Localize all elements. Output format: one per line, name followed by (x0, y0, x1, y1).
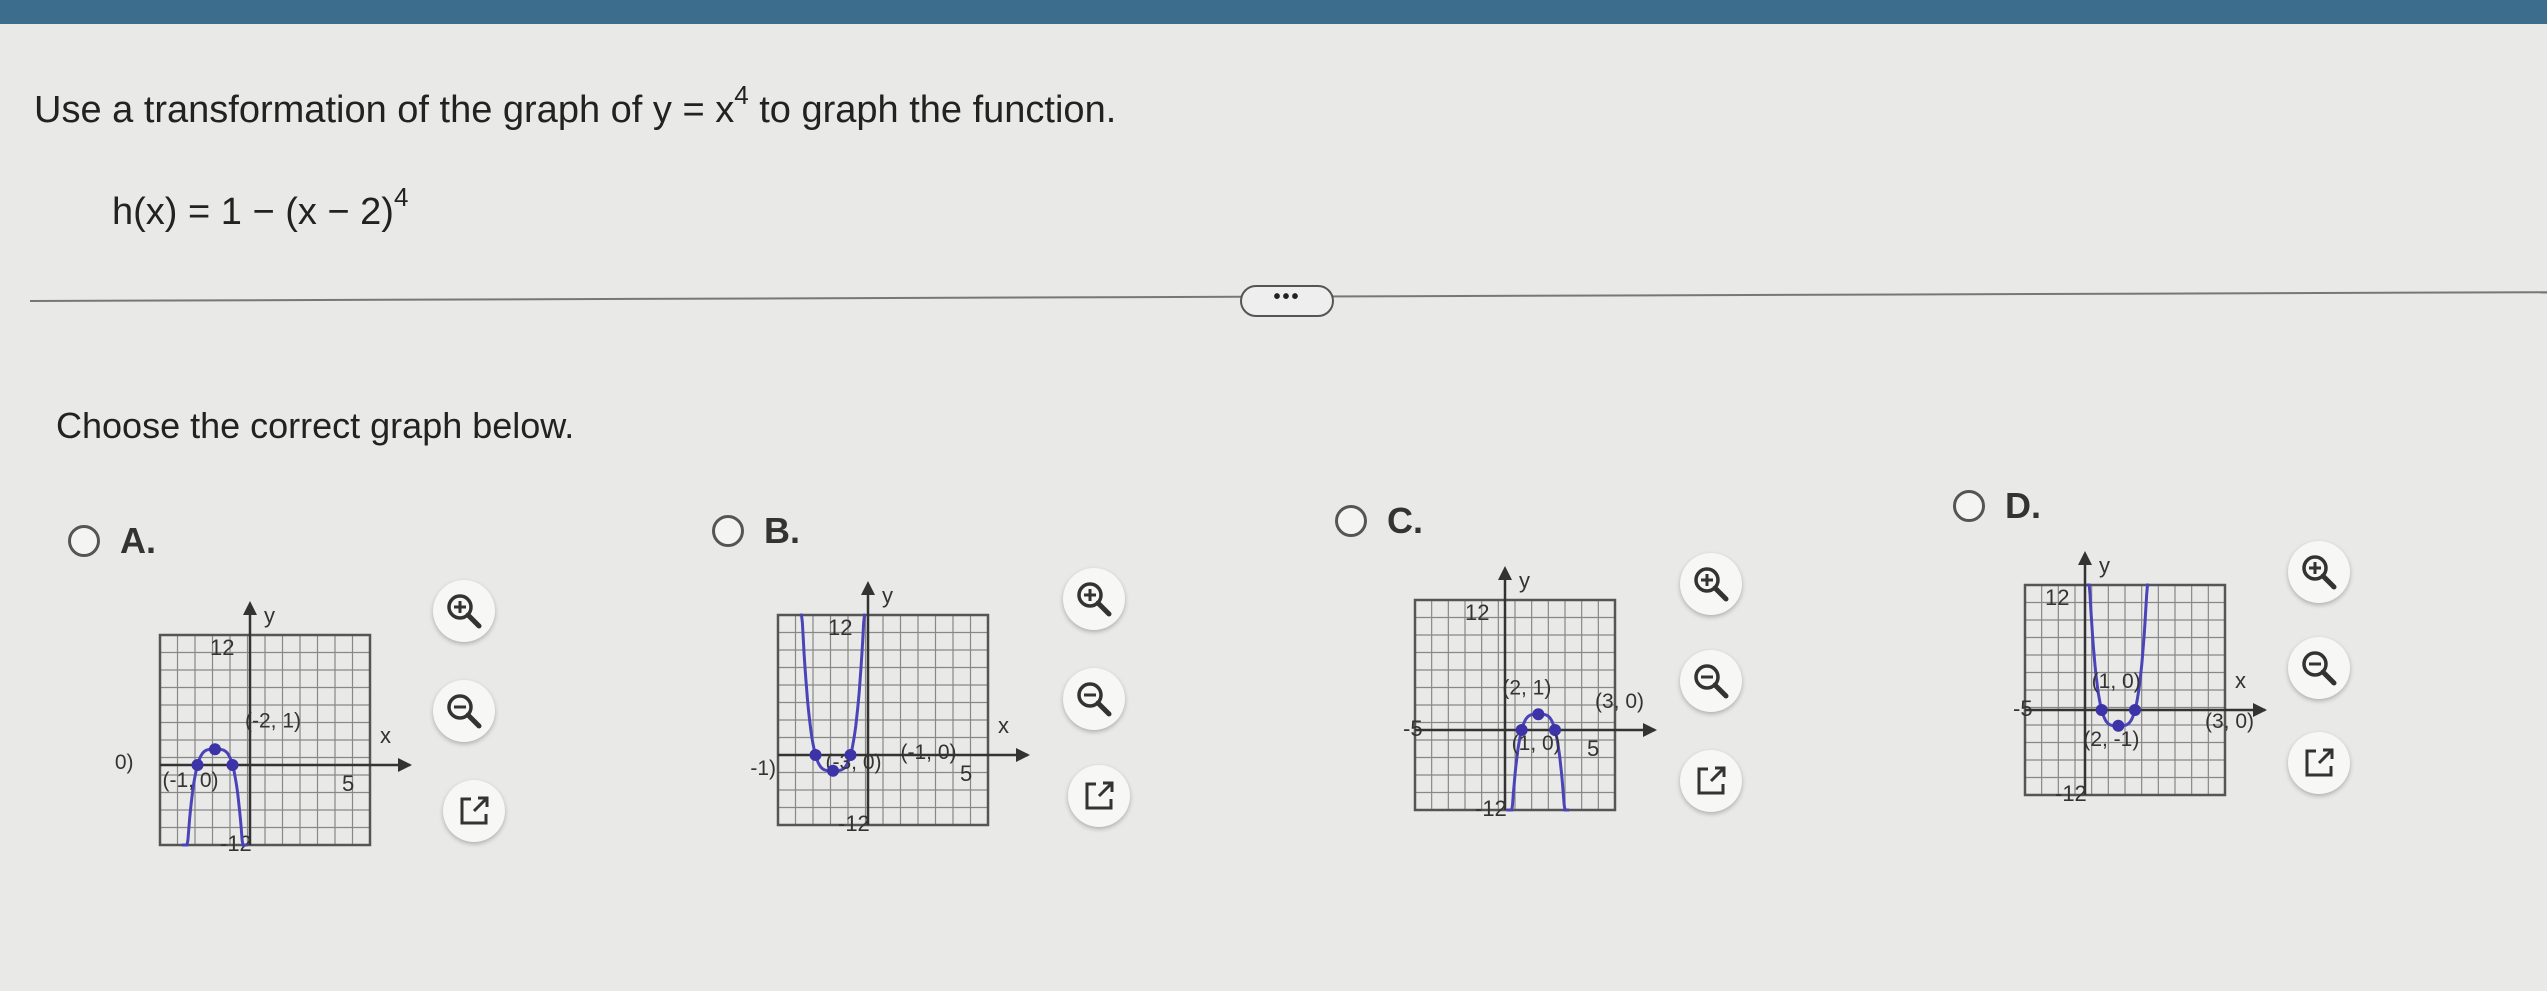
zoom-in-icon (1077, 582, 1112, 617)
zoom-in-icon (447, 594, 482, 629)
point-label: (3, 0) (1595, 690, 1644, 713)
y-max-tick-label: 12 (2045, 585, 2069, 610)
zoom-out-icon (1077, 682, 1112, 717)
option-b-zoom-out-button[interactable] (1063, 668, 1125, 730)
option-d-popout-button[interactable] (2288, 732, 2350, 794)
option-d-graph: y x 12 -12 -5 (1, 0) (2, -1) (3, 0) (2013, 551, 2267, 806)
plotted-point (209, 743, 221, 756)
plotted-point (226, 759, 239, 771)
point-label: (-3, 0) (110, 751, 134, 774)
x-max-tick-label: 5 (960, 761, 972, 786)
x-axis-label: x (2235, 668, 2246, 693)
y-axis-arrow (1498, 566, 1512, 580)
option-a-popout-button[interactable] (443, 780, 505, 842)
y-min-tick-label: -12 (220, 831, 252, 855)
y-max-tick-label: 12 (1465, 600, 1489, 625)
option-b-zoom-in-button[interactable] (1063, 568, 1125, 630)
option-c-label: C. (1387, 500, 1423, 541)
x-max-tick-label: 5 (1587, 736, 1599, 761)
option-d-radio[interactable] (1953, 490, 1985, 522)
option-c-popout-button[interactable] (1680, 750, 1742, 812)
option-c-graph: y 12 -12 5 -5 (2, 1) (3, 0) (1, 0) (1403, 566, 1657, 821)
y-max-tick-label: 12 (828, 615, 852, 640)
x-axis-label: x (998, 713, 1009, 738)
external-link-icon (1697, 766, 1726, 795)
y-min-tick-label: -12 (2055, 781, 2087, 806)
plotted-point (827, 764, 839, 777)
y-axis-arrow (861, 581, 875, 595)
y-axis-label: y (882, 583, 893, 608)
option-a-label: A. (120, 520, 156, 561)
y-min-tick-label: -12 (1475, 796, 1507, 821)
point-label: (2, 1) (1502, 676, 1551, 699)
option-a-graph: y x 12 -12 5 (-2, 1) (-3, 0) (-1, 0) (110, 601, 412, 855)
instruction-text: Choose the correct graph below. (56, 405, 575, 446)
x-min-tick-label: -5 (1403, 716, 1423, 741)
point-label: (1, 0) (1512, 732, 1561, 755)
option-a-radio[interactable] (68, 525, 100, 557)
y-axis-label: y (2099, 553, 2110, 578)
external-link-icon (2305, 748, 2334, 777)
point-label: (-2, 1) (245, 709, 301, 732)
option-a-zoom-out-button[interactable] (433, 680, 495, 742)
point-label: (3, 0) (2205, 710, 2254, 733)
point-label: (-1, 0) (901, 741, 957, 764)
x-axis-arrow (1016, 748, 1030, 762)
option-b-radio[interactable] (712, 515, 744, 547)
point-label: (-1, 0) (163, 769, 219, 792)
option-a-zoom-in-button[interactable] (433, 580, 495, 642)
option-b-label: B. (764, 510, 800, 551)
point-label: (-2, -1) (750, 757, 776, 780)
option-c-zoom-in-button[interactable] (1680, 553, 1742, 615)
external-link-icon (1085, 781, 1114, 810)
question-text: Use a transformation of the graph of y =… (34, 80, 1117, 131)
y-axis-arrow (243, 601, 257, 615)
zoom-in-icon (2302, 555, 2337, 590)
more-button[interactable]: ••• (1240, 285, 1334, 317)
option-d-zoom-out-button[interactable] (2288, 637, 2350, 699)
plotted-point (2095, 704, 2108, 716)
option-d-label: D. (2005, 485, 2041, 526)
y-max-tick-label: 12 (210, 635, 234, 660)
y-axis-label: y (1519, 568, 1530, 593)
x-max-tick-label: 5 (342, 771, 354, 796)
external-link-icon (460, 796, 489, 825)
point-label: (1, 0) (2092, 670, 2141, 693)
plotted-point (844, 749, 857, 761)
option-c-zoom-out-button[interactable] (1680, 650, 1742, 712)
plotted-point (809, 749, 822, 761)
option-d-zoom-in-button[interactable] (2288, 541, 2350, 603)
y-axis-label: y (264, 603, 275, 628)
zoom-out-icon (2302, 651, 2337, 686)
zoom-out-icon (1694, 664, 1729, 699)
x-axis-arrow (1643, 723, 1657, 737)
x-axis-arrow (2253, 703, 2267, 717)
zoom-in-icon (1694, 567, 1729, 602)
option-b-popout-button[interactable] (1068, 765, 1130, 827)
x-axis-label: x (380, 723, 391, 748)
option-c-radio[interactable] (1335, 505, 1367, 537)
plotted-point (1532, 708, 1545, 721)
x-min-tick-label: -5 (2013, 696, 2033, 721)
point-label: (2, -1) (2083, 728, 2139, 751)
x-axis-arrow (398, 758, 412, 772)
top-bar (0, 0, 2547, 24)
function-expression: h(x) = 1 − (x − 2)4 (112, 182, 409, 233)
option-b-graph: yx12-125(-3, 0)(-2, -1)(-1, 0) (750, 581, 1030, 836)
y-min-tick-label: -12 (838, 811, 870, 836)
y-axis-arrow (2078, 551, 2092, 565)
zoom-out-icon (447, 694, 482, 729)
plotted-point (2129, 704, 2141, 716)
